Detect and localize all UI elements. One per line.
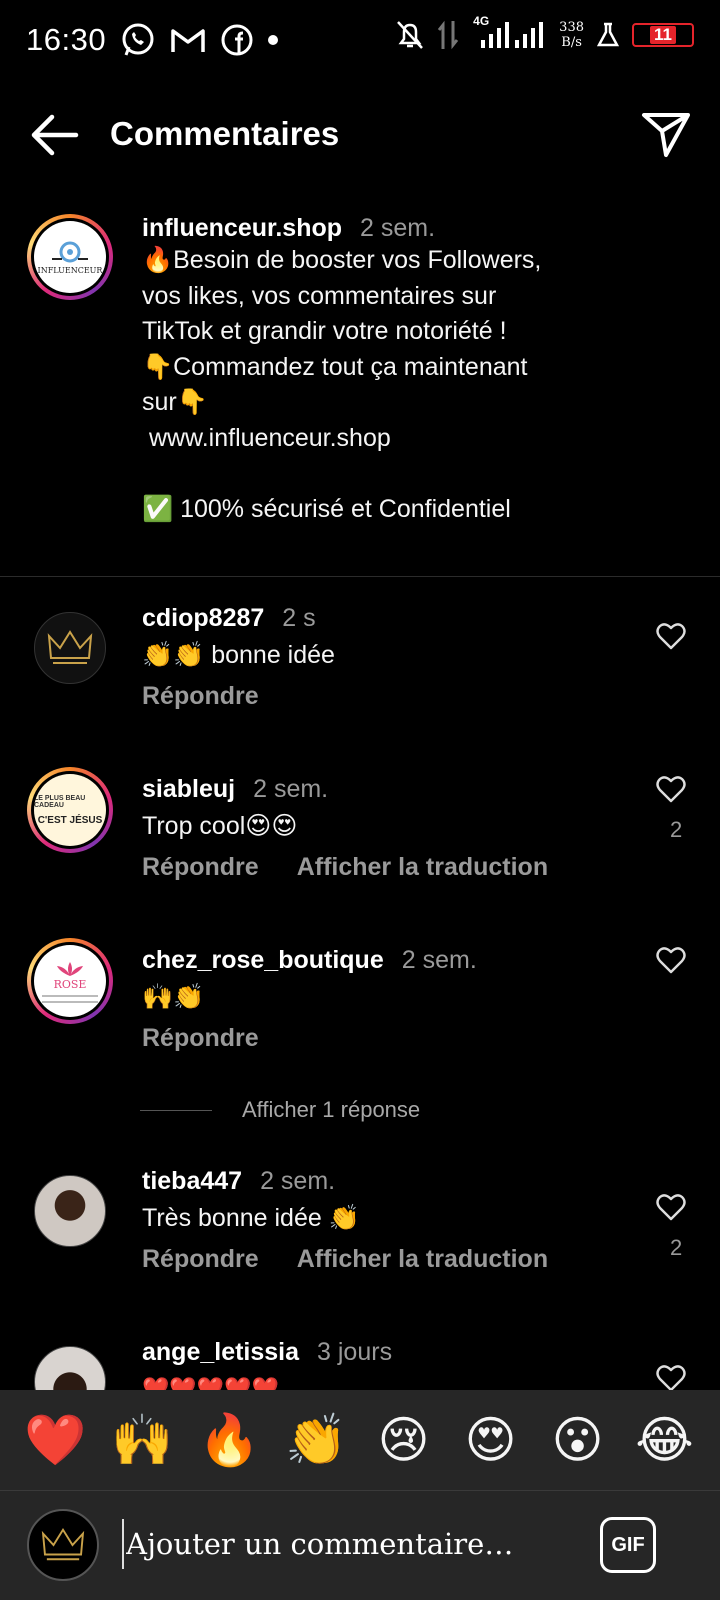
comment-item: ROSE chez_rose_boutique 2 sem. 🙌👏 Répondr… bbox=[0, 938, 720, 1096]
comment-item: LE PLUS BEAU CADEAU C'EST JÉSUS siableuj… bbox=[0, 767, 720, 925]
comment-username[interactable]: cdiop8287 bbox=[142, 604, 264, 633]
comment-avatar[interactable] bbox=[34, 1175, 106, 1247]
comment-time: 2 sem. bbox=[253, 775, 329, 803]
like-count: 2 bbox=[670, 1235, 683, 1260]
header: Commentaires bbox=[0, 95, 720, 175]
user-avatar bbox=[27, 1509, 99, 1581]
whatsapp-icon bbox=[122, 23, 154, 56]
emoji-quick-bar: ❤️ 🙌 🔥 👏 😢 😍 😮 😂 bbox=[0, 1390, 720, 1490]
reply-button[interactable]: Répondre bbox=[142, 1024, 259, 1053]
emoji-heart[interactable]: ❤️ bbox=[21, 1410, 91, 1470]
signal-icon bbox=[481, 22, 544, 48]
comment-time: 2 s bbox=[282, 604, 316, 632]
avatar-text-line1: LE PLUS BEAU CADEAU bbox=[34, 794, 86, 809]
gmail-icon bbox=[171, 29, 205, 52]
battery-indicator: 11 bbox=[632, 23, 694, 47]
heart-icon[interactable] bbox=[656, 622, 686, 650]
heart-icon[interactable] bbox=[656, 946, 686, 974]
translate-button[interactable]: Afficher la traduction bbox=[297, 853, 548, 882]
caption-text: 🔥Besoin de booster vos Followers, vos li… bbox=[142, 246, 542, 523]
reply-button[interactable]: Répondre bbox=[142, 853, 259, 882]
avatar-text-line2: C'EST JÉSUS bbox=[37, 814, 103, 826]
comment-username[interactable]: tieba447 bbox=[142, 1167, 242, 1196]
caption-avatar[interactable]: INFLUENCEUR bbox=[27, 214, 113, 300]
heart-icon[interactable] bbox=[656, 775, 686, 803]
send-icon[interactable] bbox=[640, 109, 692, 159]
comment-item: ange_letissia 3 jours ❤️❤️❤️❤️❤️ bbox=[0, 1338, 720, 1390]
comment-username[interactable]: siableuj bbox=[142, 775, 235, 804]
comment-avatar[interactable] bbox=[34, 612, 106, 684]
like-count: 2 bbox=[670, 817, 683, 842]
comment-text: Très bonne idée 👏 bbox=[142, 1204, 360, 1232]
comment-avatar[interactable]: ROSE bbox=[27, 938, 113, 1024]
translate-button[interactable]: Afficher la traduction bbox=[297, 1245, 548, 1274]
comment-input[interactable] bbox=[122, 1519, 562, 1569]
comment-text: 🙌👏 bbox=[142, 983, 205, 1011]
heart-icon[interactable] bbox=[656, 1364, 686, 1390]
divider bbox=[0, 576, 720, 577]
comment-text: ❤️❤️❤️❤️❤️ bbox=[142, 1376, 279, 1390]
view-replies-button[interactable]: Afficher 1 réponse bbox=[140, 1097, 420, 1123]
comment-item: cdiop8287 2 s 👏👏 bonne idée Répondre bbox=[0, 604, 720, 754]
notification-dot bbox=[268, 35, 279, 45]
crown-icon bbox=[41, 1528, 85, 1561]
emoji-fire[interactable]: 🔥 bbox=[195, 1410, 265, 1470]
caption-username[interactable]: influenceur.shop bbox=[142, 214, 342, 242]
mute-bell-icon bbox=[397, 21, 424, 49]
emoji-surprised[interactable]: 😮 bbox=[543, 1410, 613, 1470]
comment-avatar[interactable] bbox=[34, 1346, 106, 1390]
status-bar: 16:30 4G 338 B/s 11 bbox=[0, 0, 720, 80]
comment-username[interactable]: chez_rose_boutique bbox=[142, 946, 384, 975]
signal-4g: 4G bbox=[471, 14, 547, 52]
lotus-icon bbox=[57, 961, 83, 976]
replies-line bbox=[140, 1109, 212, 1111]
flask-icon bbox=[596, 22, 620, 47]
heart-icon[interactable] bbox=[656, 1193, 686, 1221]
emoji-laughing[interactable]: 😂 bbox=[630, 1410, 700, 1470]
reply-button[interactable]: Répondre bbox=[142, 682, 259, 711]
comment-item: tieba447 2 sem. Très bonne idée 👏 Répondr… bbox=[0, 1167, 720, 1317]
avatar-brand-text: INFLUENCEUR bbox=[37, 266, 103, 275]
emoji-raised-hands[interactable]: 🙌 bbox=[108, 1410, 178, 1470]
emoji-crying[interactable]: 😢 bbox=[369, 1410, 439, 1470]
comment-text: 👏👏 bonne idée bbox=[142, 641, 335, 669]
comment-avatar[interactable]: LE PLUS BEAU CADEAU C'EST JÉSUS bbox=[27, 767, 113, 853]
emoji-clap[interactable]: 👏 bbox=[282, 1410, 352, 1470]
data-transfer-icon bbox=[438, 20, 459, 50]
back-arrow-icon[interactable] bbox=[28, 113, 80, 157]
comment-time: 3 jours bbox=[317, 1338, 393, 1366]
comment-composer: GIF bbox=[0, 1491, 720, 1600]
crown-icon bbox=[47, 630, 93, 664]
comment-username[interactable]: ange_letissia bbox=[142, 1338, 299, 1367]
gif-button[interactable]: GIF bbox=[600, 1517, 656, 1573]
status-time: 16:30 bbox=[26, 22, 107, 57]
comment-time: 2 sem. bbox=[401, 946, 477, 974]
caption-time: 2 sem. bbox=[360, 214, 436, 242]
network-speed: 338 B/s bbox=[559, 20, 584, 50]
facebook-icon bbox=[221, 24, 253, 56]
comment-text: Trop cool😍😍 bbox=[142, 812, 298, 840]
reply-button[interactable]: Répondre bbox=[142, 1245, 259, 1274]
page-title: Commentaires bbox=[110, 115, 340, 152]
comment-time: 2 sem. bbox=[260, 1167, 336, 1195]
camera-logo-icon bbox=[52, 241, 88, 263]
avatar-text-line1: ROSE bbox=[53, 977, 87, 991]
emoji-heart-eyes[interactable]: 😍 bbox=[456, 1410, 526, 1470]
